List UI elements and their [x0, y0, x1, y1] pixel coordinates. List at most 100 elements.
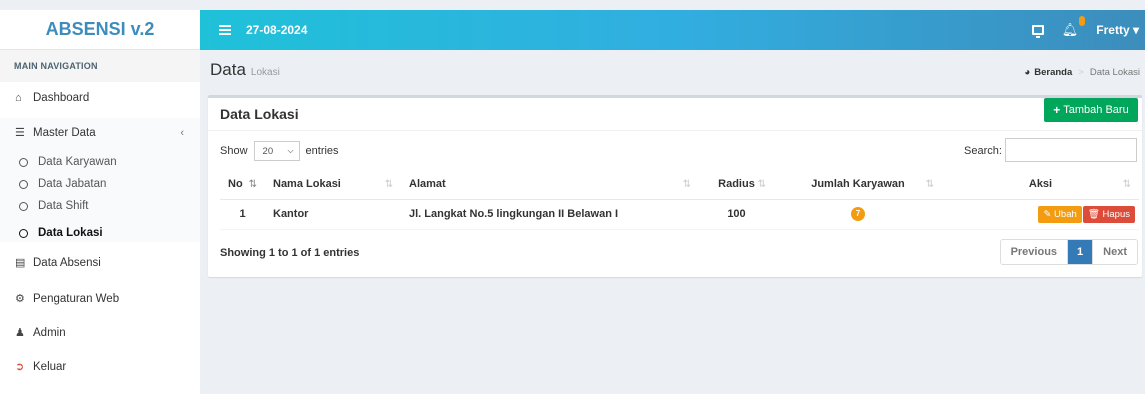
cogs-icon: ⚙: [15, 293, 25, 305]
entries-label: entries: [305, 145, 339, 157]
breadcrumb-home-link[interactable]: Beranda: [1034, 67, 1072, 78]
hamburger-icon: [219, 25, 231, 35]
bell-icon: 🔔︎: [1061, 22, 1079, 37]
circle-icon: [19, 228, 28, 238]
user-menu[interactable]: Fretty ▾: [1096, 23, 1139, 37]
table-row: 1 Kantor Jl. Langkat No.5 lingkungan II …: [220, 198, 1139, 230]
column-header-aksi[interactable]: Aksi ⇅: [942, 170, 1139, 200]
sidebar-header: MAIN NAVIGATION: [0, 50, 200, 82]
sort-icon: ⇅: [925, 179, 934, 190]
monitor-icon[interactable]: [1031, 25, 1044, 38]
breadcrumb-separator: >: [1078, 67, 1084, 78]
circle-icon: [19, 201, 28, 211]
breadcrumb: ◕ Beranda > Data Lokasi: [1024, 67, 1140, 78]
sidebar-item-label: Master Data: [33, 126, 96, 139]
delete-button[interactable]: 🗑︎ Hapus: [1082, 205, 1135, 223]
column-header-label: Alamat: [409, 178, 446, 191]
sort-asc-icon: ⇅: [248, 179, 257, 190]
table-icon: ▤: [15, 257, 26, 269]
column-header-nama-lokasi[interactable]: Nama Lokasi ⇅: [265, 170, 401, 200]
box-divider: [208, 130, 1142, 131]
table-header-row: No ⇅ Nama Lokasi ⇅ Alamat ⇅ Radius ⇅ Jumlah …: [220, 170, 1139, 200]
notifications-button[interactable]: 🔔︎ ​: [1061, 16, 1086, 38]
entries-length-control: Show 20 ⌵ entries: [220, 141, 339, 161]
employee-count-badge[interactable]: 7: [851, 207, 865, 221]
cell-alamat: Jl. Langkat No.5 lingkungan II Belawan I: [401, 198, 699, 230]
chevron-down-icon: ⌵: [287, 146, 294, 155]
show-label: Show: [220, 145, 248, 157]
user-icon: ♟: [15, 327, 25, 339]
sidebar-item-label: Keluar: [33, 360, 67, 373]
edit-label: Ubah: [1054, 208, 1077, 220]
pagination-previous[interactable]: Previous: [1000, 240, 1069, 264]
current-date: 27-08-2024: [246, 23, 308, 37]
column-header-label: Nama Lokasi: [273, 178, 341, 191]
content-header: Data Lokasi ◕ Beranda > Data Lokasi: [210, 60, 1140, 86]
sidebar-item-master-data[interactable]: ☰ Master Data ‹: [0, 126, 200, 140]
circle-icon: [19, 179, 28, 189]
table-info: Showing 1 to 1 of 1 entries: [220, 247, 360, 259]
sidebar-item-label: Data Shift: [38, 200, 89, 212]
sidebar-item-dashboard[interactable]: ⌂ Dashboard: [0, 92, 200, 104]
cell-radius: 100: [699, 198, 774, 230]
cell-no: 1: [220, 198, 265, 230]
entries-select[interactable]: 20 ⌵: [253, 141, 300, 161]
column-header-radius[interactable]: Radius ⇅: [699, 170, 774, 200]
sidebar-item-label: Data Karyawan: [38, 156, 117, 168]
sidebar-item-data-shift[interactable]: Data Shift: [0, 200, 200, 212]
sidebar-item-label: Admin: [33, 326, 66, 339]
page-title: Data: [210, 60, 246, 79]
sidebar-item-label: Pengaturan Web: [33, 292, 120, 305]
pagination-next[interactable]: Next: [1092, 240, 1137, 264]
sidebar-item-label: Dashboard: [33, 92, 90, 104]
sidebar-item-data-karyawan[interactable]: Data Karyawan: [0, 156, 200, 168]
sidebar-item-data-lokasi[interactable]: Data Lokasi: [0, 227, 200, 239]
sidebar: MAIN NAVIGATION ⌂ Dashboard ☰ Master Dat…: [0, 50, 200, 394]
column-header-jumlah-karyawan[interactable]: Jumlah Karyawan ⇅: [774, 170, 942, 200]
column-header-no[interactable]: No ⇅: [220, 170, 265, 200]
pagination-page-1[interactable]: 1: [1068, 240, 1093, 264]
top-navbar: 27-08-2024 🔔︎ ​ Fretty ▾: [200, 10, 1145, 50]
delete-label: Hapus: [1102, 208, 1130, 220]
sort-icon: ⇅: [384, 179, 393, 190]
circle-icon: [19, 157, 28, 167]
entries-select-value: 20: [262, 145, 274, 157]
data-lokasi-table: No ⇅ Nama Lokasi ⇅ Alamat ⇅ Radius ⇅ Jumlah …: [220, 170, 1139, 230]
database-icon: ☰: [15, 127, 25, 139]
sidebar-item-pengaturan-web[interactable]: ⚙ Pengaturan Web: [0, 292, 200, 306]
user-name: Fretty: [1096, 23, 1130, 37]
sidebar-item-label: Data Absensi: [33, 256, 101, 269]
cell-nama-lokasi: Kantor: [265, 198, 401, 230]
app-logo[interactable]: ABSENSI v.2: [0, 10, 200, 50]
sort-icon: ⇅: [1122, 179, 1131, 190]
edit-icon: ✎: [1043, 208, 1052, 220]
add-new-button[interactable]: + Tambah Baru: [1044, 98, 1138, 122]
column-header-label: No: [228, 178, 243, 191]
add-new-label: Tambah Baru: [1063, 104, 1129, 116]
page-subtitle: Lokasi: [250, 67, 280, 78]
sidebar-item-data-absensi[interactable]: ▤ Data Absensi: [0, 256, 200, 270]
column-header-alamat[interactable]: Alamat ⇅: [401, 170, 699, 200]
sidebar-item-label: Data Jabatan: [38, 178, 107, 190]
home-icon: ⌂: [15, 92, 22, 104]
sidebar-item-label: Data Lokasi: [38, 227, 103, 239]
column-header-label: Aksi: [1028, 178, 1053, 191]
sidebar-item-admin[interactable]: ♟ Admin: [0, 326, 200, 340]
breadcrumb-current: Data Lokasi: [1089, 67, 1140, 78]
edit-button[interactable]: ✎ Ubah: [1038, 205, 1082, 223]
search-label: Search:: [964, 145, 1002, 157]
plus-icon: +: [1053, 103, 1061, 117]
sort-icon: ⇅: [682, 179, 691, 190]
box-title: Data Lokasi: [220, 106, 299, 122]
dashboard-icon: ◕: [1024, 67, 1031, 78]
cell-jumlah-karyawan: 7: [774, 198, 942, 230]
pagination: Previous 1 Next: [999, 239, 1138, 265]
notification-badge: ​: [1079, 16, 1086, 26]
column-header-label: Radius: [718, 178, 755, 191]
search-input[interactable]: [1005, 138, 1137, 162]
sidebar-toggle-button[interactable]: [210, 25, 240, 35]
sidebar-item-data-jabatan[interactable]: Data Jabatan: [0, 178, 200, 190]
chevron-left-icon: ‹: [180, 126, 184, 139]
trash-icon: 🗑︎: [1087, 208, 1100, 220]
sidebar-item-keluar[interactable]: ➲ Keluar: [0, 360, 200, 374]
